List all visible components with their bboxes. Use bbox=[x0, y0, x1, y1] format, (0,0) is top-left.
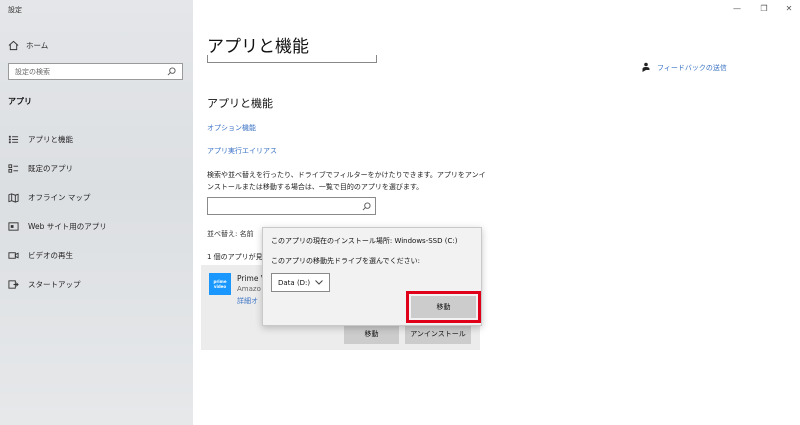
settings-search-input[interactable]: 設定の検索 bbox=[8, 63, 183, 80]
chevron-down-icon bbox=[315, 280, 323, 285]
settings-search-placeholder: 設定の検索 bbox=[15, 67, 50, 76]
sidebar-item-web-apps[interactable]: Web サイト用のアプリ bbox=[0, 212, 193, 241]
video-playback-icon bbox=[8, 252, 19, 259]
sidebar-item-label: アプリと機能 bbox=[28, 135, 73, 144]
uninstall-button[interactable]: アンインストール bbox=[405, 324, 471, 344]
advanced-options-link[interactable]: 詳細オ bbox=[237, 296, 258, 306]
feedback-label: フィードバックの送信 bbox=[657, 63, 727, 72]
sidebar-item-label: スタートアップ bbox=[28, 280, 81, 289]
search-icon bbox=[167, 67, 176, 76]
install-location-text: このアプリの現在のインストール場所: Windows-SSD (C:) bbox=[271, 237, 458, 245]
window-title: 設定 bbox=[8, 6, 22, 14]
selected-drive-value: Data (D:) bbox=[278, 278, 311, 287]
apps-list-icon bbox=[8, 135, 19, 144]
sidebar-nav: アプリと機能 既定のアプリ オフライン マップ Web サイト用のアプリ ビデオ… bbox=[0, 125, 193, 299]
web-apps-icon bbox=[8, 222, 19, 231]
move-button[interactable]: 移動 bbox=[344, 324, 399, 344]
sidebar-section-label: アプリ bbox=[8, 97, 32, 106]
sidebar-item-label: オフライン マップ bbox=[28, 193, 91, 202]
sidebar-item-apps-features[interactable]: アプリと機能 bbox=[0, 125, 193, 154]
sidebar: 設定 ホーム 設定の検索 アプリ アプリと機能 既定のアプリ オフライン マップ… bbox=[0, 0, 193, 425]
sidebar-item-video-playback[interactable]: ビデオの再生 bbox=[0, 241, 193, 270]
sidebar-item-label: ビデオの再生 bbox=[28, 251, 73, 260]
choose-drive-text: このアプリの移動先ドライブを選んでください: bbox=[271, 257, 421, 265]
app-count-label: 1 個のアプリが見 bbox=[207, 253, 263, 261]
sidebar-item-default-apps[interactable]: 既定のアプリ bbox=[0, 154, 193, 183]
drive-select-dropdown[interactable]: Data (D:) bbox=[271, 273, 330, 292]
search-icon bbox=[362, 201, 371, 210]
sidebar-item-label: Web サイト用のアプリ bbox=[28, 222, 107, 231]
search-description: 検索や並べ替えを行ったり、ドライブでフィルターをかけたりできます。アプリをアンイ… bbox=[207, 171, 486, 191]
feedback-link[interactable]: フィードバックの送信 bbox=[641, 62, 727, 73]
sort-by-dropdown[interactable]: 並べ替え: 名前 bbox=[207, 229, 254, 239]
app-search-input[interactable] bbox=[207, 197, 376, 215]
default-apps-icon bbox=[8, 164, 19, 173]
home-icon bbox=[8, 40, 19, 50]
page-title: アプリと機能 bbox=[207, 37, 309, 57]
sidebar-item-startup[interactable]: スタートアップ bbox=[0, 270, 193, 299]
feedback-icon bbox=[642, 62, 650, 72]
app-publisher: Amazo bbox=[237, 285, 261, 293]
optional-features-link[interactable]: オプション機能 bbox=[207, 123, 256, 133]
sidebar-item-label: 既定のアプリ bbox=[28, 164, 73, 173]
offline-maps-icon bbox=[8, 193, 19, 203]
sidebar-item-offline-maps[interactable]: オフライン マップ bbox=[0, 183, 193, 212]
startup-icon bbox=[8, 280, 19, 289]
execution-alias-link[interactable]: アプリ実行エイリアス bbox=[207, 146, 277, 156]
home-label: ホーム bbox=[26, 40, 49, 50]
home-nav-item[interactable]: ホーム bbox=[8, 38, 48, 52]
close-button[interactable]: ✕ bbox=[772, 0, 800, 16]
dialog-move-button[interactable]: 移動 bbox=[411, 296, 476, 318]
prime-video-icon: prime video bbox=[209, 273, 231, 295]
move-app-dialog: このアプリの現在のインストール場所: Windows-SSD (C:) このアプ… bbox=[262, 227, 482, 326]
section-heading: アプリと機能 bbox=[207, 97, 273, 110]
scrolled-content-edge bbox=[207, 55, 377, 63]
